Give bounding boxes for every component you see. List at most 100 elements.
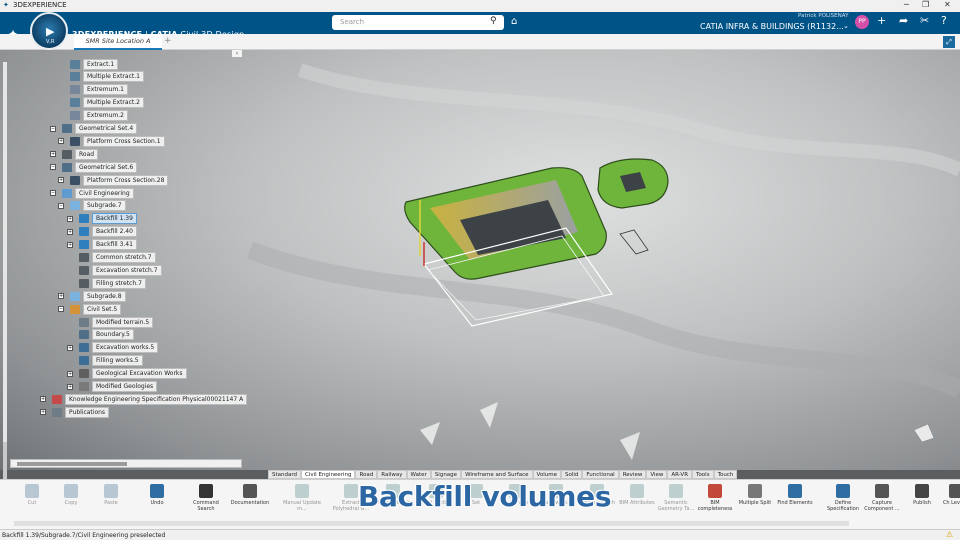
section-tab[interactable]: Solid: [561, 470, 583, 479]
tree-item[interactable]: + Modified Geologies: [67, 381, 158, 392]
tree-item[interactable]: + Backfill 2.40: [67, 226, 137, 238]
tree-item[interactable]: Extremum.2: [58, 110, 128, 122]
section-tab[interactable]: Signage: [430, 470, 462, 479]
section-tab[interactable]: Road: [355, 470, 378, 479]
copy-button[interactable]: Copy: [51, 484, 91, 506]
minimize-button[interactable]: ─: [904, 0, 909, 9]
add-icon[interactable]: +: [877, 14, 886, 27]
expand-node-icon[interactable]: +: [58, 177, 64, 184]
maximize-button[interactable]: ❐: [922, 0, 929, 9]
undo-button[interactable]: Undo: [137, 484, 177, 506]
tree-item[interactable]: Filling works.5: [67, 355, 143, 367]
tree-item[interactable]: Extract.1: [58, 58, 119, 70]
tree-item[interactable]: + Publications: [40, 406, 110, 418]
tab-smr-site-location-a[interactable]: SMR Site Location A: [74, 34, 162, 50]
tree-item[interactable]: + Platform Cross Section.28: [58, 174, 169, 186]
context-label[interactable]: CATIA INFRA & BUILDINGS (R1132...: [700, 22, 844, 31]
tree-item[interactable]: + Excavation works.5: [67, 342, 159, 354]
new-tab-icon[interactable]: +: [164, 36, 172, 46]
tree-item[interactable]: + Geological Excavation Works: [67, 368, 187, 380]
expand-node-icon[interactable]: +: [67, 241, 73, 248]
section-tab[interactable]: Railway: [377, 470, 407, 479]
tag-icon[interactable]: ⌂: [511, 16, 517, 27]
expand-node-icon[interactable]: +: [67, 383, 73, 390]
paste-button[interactable]: Paste: [91, 484, 131, 506]
capture-component-button[interactable]: Capture Component ...: [862, 484, 902, 512]
expand-node-icon[interactable]: +: [40, 396, 46, 403]
help-icon[interactable]: ?: [941, 14, 947, 27]
tree-item[interactable]: − Civil Set.5: [58, 303, 122, 315]
warning-icon[interactable]: ⚠: [946, 530, 953, 539]
documentation-button[interactable]: Documentation: [230, 484, 270, 506]
compass[interactable]: ▶ V,R: [30, 12, 68, 50]
tree-item[interactable]: − Subgrade.7: [58, 200, 126, 212]
expand-node-icon[interactable]: +: [58, 138, 64, 145]
tree-item[interactable]: Extremum.1: [58, 84, 128, 96]
toolbar-scrollbar[interactable]: [14, 521, 849, 526]
tree-item[interactable]: Excavation stretch.7: [67, 264, 162, 276]
specification-tree[interactable]: ‹ Extract.1 Multiple Extract.1 Extremum.1 M…: [0, 50, 248, 507]
define-spec-button[interactable]: Define Specification: [823, 484, 863, 512]
section-tab[interactable]: Water: [406, 470, 431, 479]
expand-node-icon[interactable]: +: [40, 409, 46, 416]
tree-horizontal-scrollbar[interactable]: [10, 459, 242, 468]
expand-node-icon[interactable]: +: [67, 370, 73, 377]
level-button[interactable]: Ch Level o: [936, 484, 960, 506]
tree-item[interactable]: Multiple Extract.2: [58, 97, 144, 109]
tree-item[interactable]: + Road: [50, 148, 99, 160]
view-orientation-icon[interactable]: [913, 423, 935, 443]
section-tab[interactable]: AR-VR: [667, 470, 693, 479]
collapse-node-icon[interactable]: −: [58, 202, 64, 209]
share-icon[interactable]: ➦: [899, 14, 908, 27]
expand-node-icon[interactable]: +: [67, 215, 73, 222]
tree-item[interactable]: − Geometrical Set.4: [50, 123, 138, 134]
section-tab[interactable]: Civil Engineering: [301, 470, 356, 479]
expand-node-icon[interactable]: +: [67, 344, 73, 351]
search-input[interactable]: Search ⚲: [332, 15, 504, 30]
manual-update-button[interactable]: Manual Update m...: [282, 484, 322, 512]
command-search-button[interactable]: Command Search: [186, 484, 226, 512]
tree-horizontal-scrollbar-thumb[interactable]: [17, 462, 127, 466]
tree-collapse-icon[interactable]: ‹: [232, 50, 242, 57]
section-tab[interactable]: Tools: [692, 470, 714, 479]
tree-item[interactable]: Modified terrain.5: [67, 316, 154, 328]
bim-completeness-button[interactable]: BIM completeness: [695, 484, 735, 512]
tree-item[interactable]: Common stretch.7: [67, 252, 156, 263]
tree-item[interactable]: Boundary.5: [67, 329, 134, 341]
tree-item[interactable]: + Knowledge Engineering Specification Phy…: [40, 393, 248, 405]
semantic-geometry-button[interactable]: Semantic Geometry Ta...: [656, 484, 696, 512]
section-tab[interactable]: Review: [618, 470, 647, 479]
tree-item[interactable]: Multiple Extract.1: [58, 71, 144, 83]
tree-item[interactable]: + Backfill 1.39: [67, 213, 137, 225]
multiple-split-button[interactable]: Multiple Split: [735, 484, 775, 506]
close-button[interactable]: ✕: [944, 0, 951, 9]
search-icon[interactable]: ⚲: [490, 16, 497, 26]
tree-item[interactable]: + Subgrade.8: [58, 290, 126, 302]
expand-node-icon[interactable]: +: [67, 228, 73, 235]
avatar[interactable]: PP: [855, 15, 869, 29]
expand-node-icon[interactable]: +: [58, 293, 64, 300]
collapse-node-icon[interactable]: −: [58, 306, 64, 313]
cut-button[interactable]: Cut: [12, 484, 52, 506]
tree-item[interactable]: − Geometrical Set.6: [50, 161, 138, 173]
section-tab[interactable]: View: [646, 470, 668, 479]
tree-item[interactable]: + Backfill 3.41: [67, 239, 137, 251]
section-tab[interactable]: Wireframe and Surface: [461, 470, 533, 479]
collapse-node-icon[interactable]: −: [50, 164, 56, 171]
tree-item[interactable]: − Civil Engineering: [50, 187, 134, 199]
tree-scrollbar-thumb[interactable]: [3, 62, 7, 442]
tree-item[interactable]: Filling stretch.7: [67, 277, 146, 289]
bim-attributes-button[interactable]: BIM Attributes: [617, 484, 657, 506]
expand-node-icon[interactable]: +: [50, 151, 56, 158]
tools-icon[interactable]: ✂: [920, 14, 929, 27]
section-tab[interactable]: Functional: [582, 470, 619, 479]
collapse-node-icon[interactable]: −: [50, 190, 56, 196]
expand-icon[interactable]: ⤢: [943, 36, 955, 48]
section-tab[interactable]: Touch: [713, 470, 738, 479]
chevron-down-icon[interactable]: ⌄: [843, 22, 849, 30]
section-tab[interactable]: Volume: [532, 470, 562, 479]
find-elements-button[interactable]: Find Elements: [775, 484, 815, 506]
collapse-node-icon[interactable]: −: [50, 125, 56, 132]
tree-item[interactable]: + Platform Cross Section.1: [58, 135, 165, 147]
section-tab[interactable]: Standard: [268, 470, 302, 479]
